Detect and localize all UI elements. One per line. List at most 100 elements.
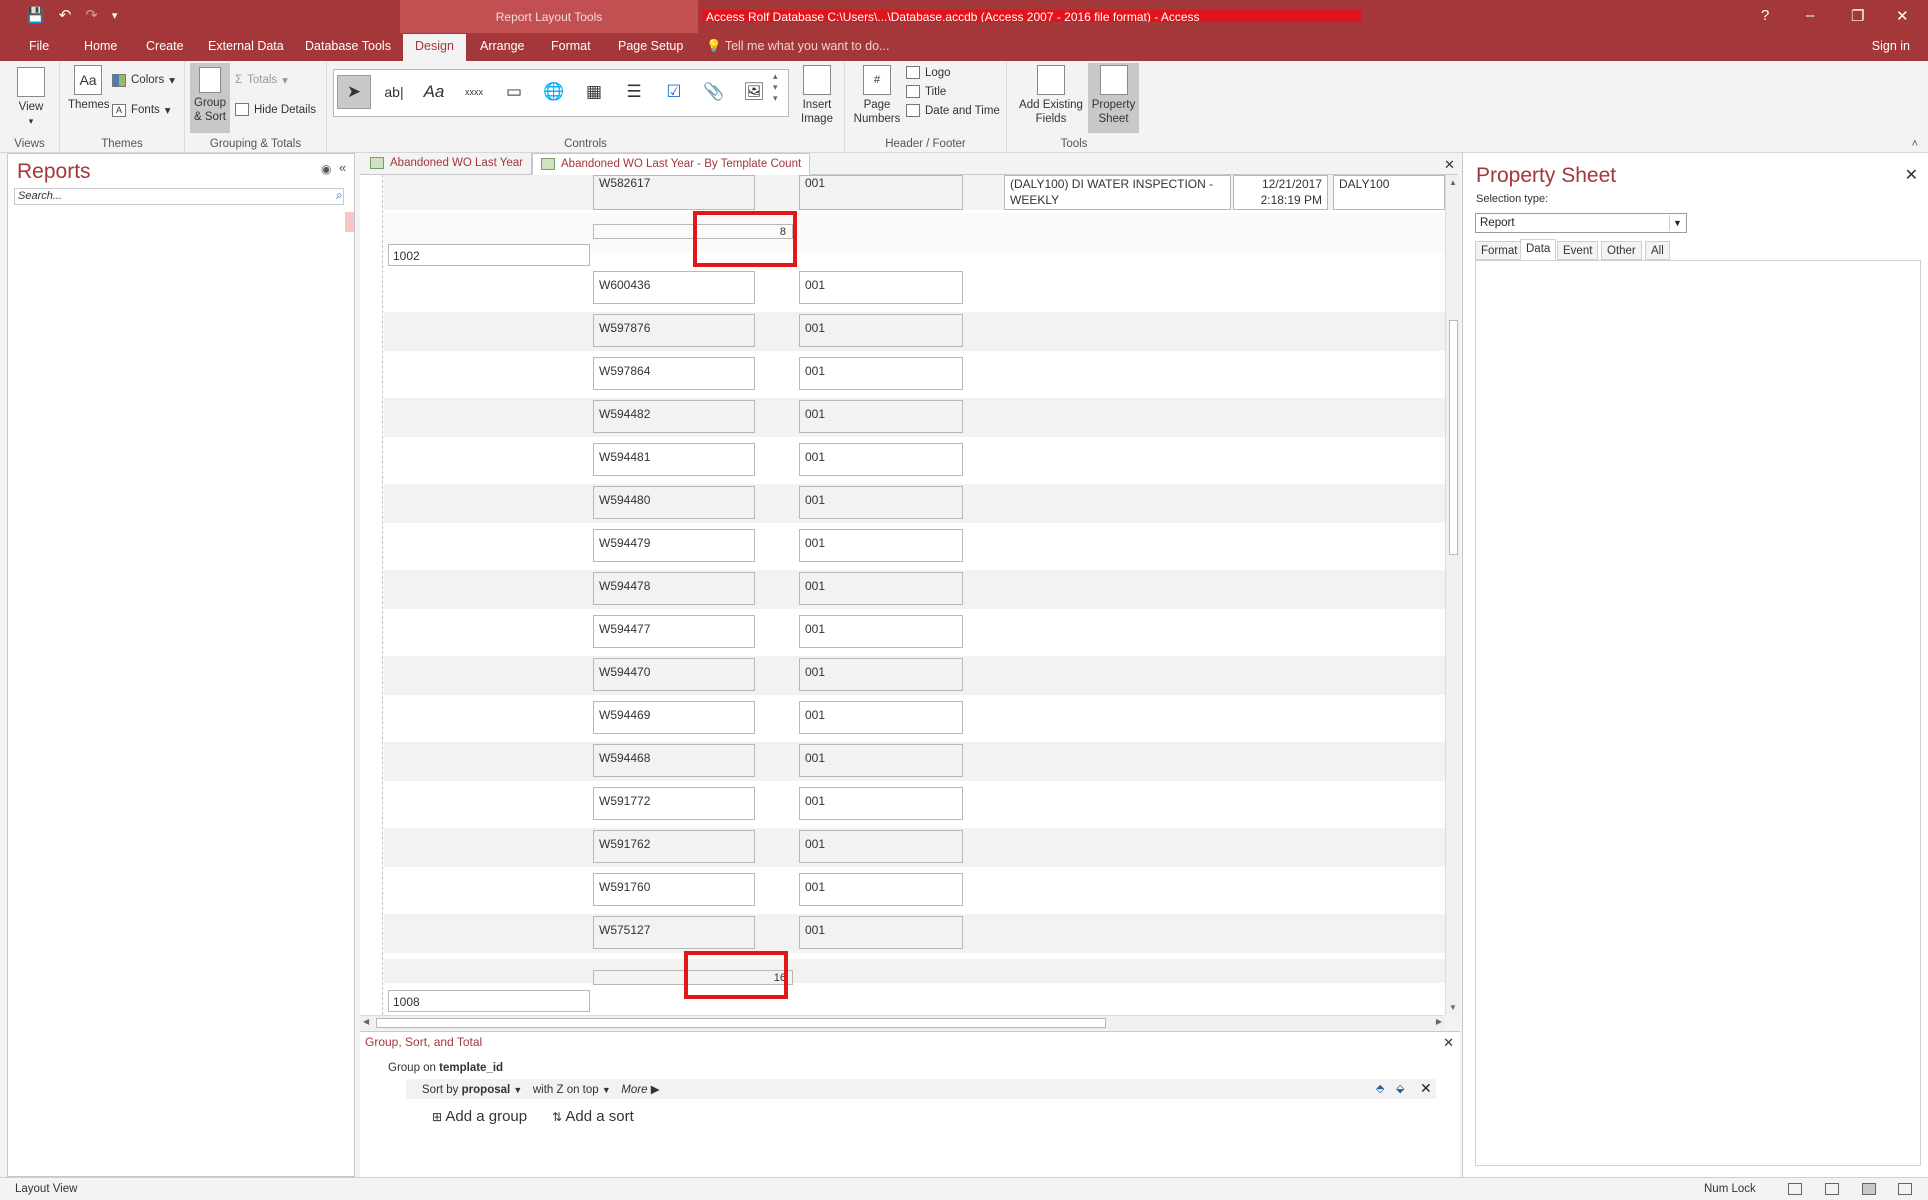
code-cell[interactable]: 001 (799, 658, 963, 691)
report-view-icon[interactable] (1788, 1183, 1802, 1195)
attachment-control-icon[interactable]: 📎 (697, 75, 731, 109)
nav-menu-chevron-icon[interactable]: ◉ (321, 162, 331, 176)
group-sort-button[interactable]: Group & Sort (190, 63, 230, 133)
tab-database-tools[interactable]: Database Tools (305, 39, 391, 53)
chevron-down-icon[interactable]: ▼ (513, 1085, 524, 1095)
group-id-field[interactable]: 1002 (388, 244, 590, 266)
tab-arrange[interactable]: Arrange (480, 39, 524, 53)
wo-number-cell[interactable]: W594478 (593, 572, 755, 605)
template-cell[interactable]: DALY100 (1333, 175, 1445, 210)
delete-sort-icon[interactable]: ✕ (1420, 1080, 1432, 1097)
ps-tab-all[interactable]: All (1645, 241, 1670, 260)
logo-button[interactable]: Logo (906, 66, 951, 79)
add-group-button[interactable]: ⊞ Add a group (432, 1108, 527, 1125)
code-cell[interactable]: 001 (799, 314, 963, 347)
button-control-icon[interactable]: xxxx (457, 75, 491, 109)
wo-number-cell[interactable]: W594469 (593, 701, 755, 734)
doc-tab-by-template-count[interactable]: Abandoned WO Last Year - By Template Cou… (532, 153, 811, 175)
tab-page-setup[interactable]: Page Setup (618, 39, 683, 53)
minimize-button[interactable]: – (1806, 7, 1814, 24)
horizontal-scrollbar[interactable]: ◀ ▶ (360, 1015, 1445, 1030)
wo-number-cell[interactable]: W600436 (593, 271, 755, 304)
scroll-left-icon[interactable]: ◀ (363, 1017, 369, 1026)
colors-button[interactable]: Colors ▾ (112, 73, 175, 87)
wo-number-cell[interactable]: W594477 (593, 615, 755, 648)
hide-details-button[interactable]: Hide Details (235, 103, 316, 116)
help-icon[interactable]: ? (1761, 7, 1769, 24)
collapse-ribbon-icon[interactable]: ˄ (1912, 138, 1918, 150)
chevron-down-icon[interactable]: ▼ (1669, 215, 1685, 231)
ps-tab-event[interactable]: Event (1557, 241, 1599, 260)
wo-number-cell[interactable]: W594480 (593, 486, 755, 519)
date-time-cell[interactable]: 12/21/2017 2:18:19 PM (1233, 175, 1328, 210)
code-cell[interactable]: 001 (799, 701, 963, 734)
group-id-field[interactable]: 1008 (388, 990, 590, 1012)
ps-tab-other[interactable]: Other (1601, 241, 1642, 260)
design-view-icon[interactable] (1898, 1183, 1912, 1195)
wo-number-cell[interactable]: W591760 (593, 873, 755, 906)
scroll-right-icon[interactable]: ▶ (1436, 1017, 1442, 1026)
wo-number-cell[interactable]: W594470 (593, 658, 755, 691)
tab-control-icon[interactable]: ▭ (497, 75, 531, 109)
close-property-sheet-icon[interactable]: ✕ (1905, 165, 1918, 185)
description-cell[interactable]: (DALY100) DI WATER INSPECTION - WEEKLY (1004, 175, 1231, 210)
code-cell[interactable]: 001 (799, 873, 963, 906)
code-cell[interactable]: 001 (799, 357, 963, 390)
property-sheet-button[interactable]: Property Sheet (1088, 63, 1139, 133)
tell-me-search[interactable]: 💡 Tell me what you want to do... (706, 39, 889, 54)
wo-number-cell[interactable]: W582617 (593, 175, 755, 210)
code-cell[interactable]: 001 (799, 830, 963, 863)
wo-number-cell[interactable]: W575127 (593, 916, 755, 949)
restore-button[interactable]: ❐ (1851, 7, 1864, 25)
redo-icon[interactable]: ↷ (85, 6, 98, 24)
print-preview-icon[interactable] (1825, 1183, 1839, 1195)
tab-file[interactable]: File (29, 39, 49, 53)
code-cell[interactable]: 001 (799, 787, 963, 820)
code-cell[interactable]: 001 (799, 572, 963, 605)
more-options-link[interactable]: More ▶ (621, 1084, 659, 1096)
page-numbers-button[interactable]: # Page Numbers (850, 65, 904, 126)
themes-button[interactable]: Aa Themes (68, 65, 110, 112)
title-button[interactable]: Title (906, 85, 946, 98)
ps-tab-data[interactable]: Data (1520, 239, 1557, 260)
sign-in-link[interactable]: Sign in (1872, 39, 1910, 53)
wo-number-cell[interactable]: W591762 (593, 830, 755, 863)
ps-tab-format[interactable]: Format (1475, 241, 1524, 260)
code-cell[interactable]: 001 (799, 916, 963, 949)
code-cell[interactable]: 001 (799, 744, 963, 777)
nav-search-input[interactable]: Search... (14, 188, 344, 205)
group-on-row[interactable]: Group on template_id (388, 1062, 503, 1074)
code-cell[interactable]: 001 (799, 271, 963, 304)
code-cell[interactable]: 001 (799, 443, 963, 476)
save-icon[interactable]: 💾 (26, 6, 45, 24)
gallery-scroll-icon[interactable]: ▴ ▾ ▾ (773, 71, 778, 104)
wo-number-cell[interactable]: W597876 (593, 314, 755, 347)
code-cell[interactable]: 001 (799, 400, 963, 433)
wo-number-cell[interactable]: W594482 (593, 400, 755, 433)
tab-design[interactable]: Design (403, 34, 466, 61)
textbox-control-icon[interactable]: ab| (377, 75, 411, 109)
wo-number-cell[interactable]: W594479 (593, 529, 755, 562)
chevron-down-icon[interactable]: ▼ (602, 1085, 613, 1095)
layout-view-icon[interactable] (1862, 1183, 1876, 1195)
fonts-button[interactable]: A Fonts ▾ (112, 103, 171, 117)
close-window-button[interactable]: ✕ (1896, 7, 1909, 25)
date-time-button[interactable]: Date and Time (906, 104, 1000, 117)
horizontal-scroll-thumb[interactable] (376, 1018, 1106, 1028)
wo-number-cell[interactable]: W594481 (593, 443, 755, 476)
navigation-control-icon[interactable]: ▦ (577, 75, 611, 109)
option-group-icon[interactable]: ☰ (617, 75, 651, 109)
tab-home[interactable]: Home (84, 39, 117, 53)
hyperlink-control-icon[interactable]: 🌐 (537, 75, 571, 109)
add-existing-fields-button[interactable]: Add Existing Fields (1017, 65, 1085, 126)
wo-number-cell[interactable]: W591772 (593, 787, 755, 820)
code-cell[interactable]: 001 (799, 529, 963, 562)
collapse-nav-icon[interactable]: « (339, 160, 346, 175)
wo-number-cell[interactable]: W597864 (593, 357, 755, 390)
tab-format[interactable]: Format (551, 39, 591, 53)
move-up-icon[interactable]: ⬘ (1376, 1082, 1384, 1095)
vertical-scroll-thumb[interactable] (1449, 320, 1458, 555)
search-icon[interactable]: ⌕ (336, 188, 343, 203)
sort-field-dropdown[interactable]: proposal (462, 1084, 511, 1096)
tab-create[interactable]: Create (146, 39, 184, 53)
